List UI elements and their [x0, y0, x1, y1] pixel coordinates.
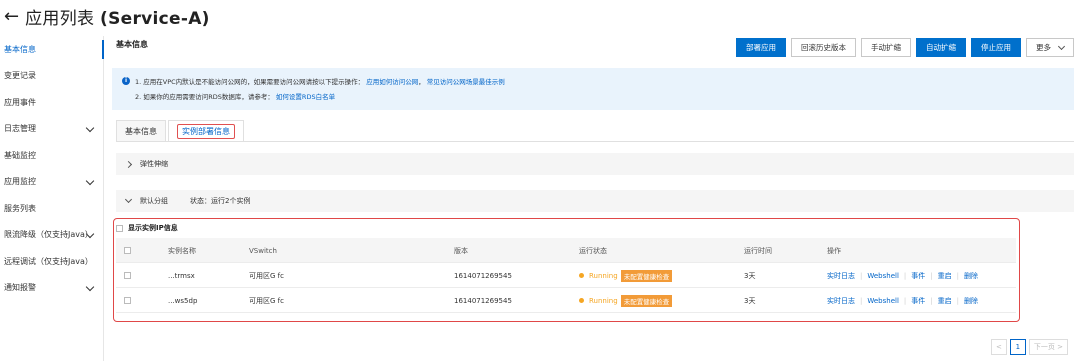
sidebar-item-app-monitoring[interactable]: 应用监控 — [0, 169, 103, 196]
realtime-log-link[interactable]: 实时日志 — [827, 296, 855, 306]
auto-scale-button[interactable]: 自动扩缩 — [916, 38, 966, 57]
row-actions: 实时日志 | Webshell | 事件 | 重启 | 删除 — [827, 271, 978, 281]
status-dot-icon — [579, 298, 584, 303]
col-vswitch: VSwitch — [249, 246, 277, 255]
page-header: ← 应用列表 (Service-A) — [4, 4, 210, 29]
row-actions: 实时日志 | Webshell | 事件 | 重启 | 删除 — [827, 296, 978, 306]
col-name: 实例名称 — [168, 246, 196, 255]
health-check-badge: 未配置健康检查 — [620, 294, 673, 307]
info-icon: i — [122, 76, 130, 85]
instance-version: 1614071269545 — [454, 296, 512, 305]
sidebar-item-rate-limit[interactable]: 限流降级（仅支持Java） — [0, 222, 103, 249]
sidebar-item-service-list[interactable]: 服务列表 — [0, 195, 103, 222]
chevron-down-icon — [1057, 42, 1066, 50]
instance-uptime: 3天 — [744, 296, 756, 305]
sidebar-item-alerts[interactable]: 通知报警 — [0, 275, 103, 302]
events-link[interactable]: 事件 — [911, 271, 925, 281]
sidebar-item-app-events[interactable]: 应用事件 — [0, 89, 103, 116]
table-header: 实例名称 VSwitch 版本 运行状态 运行时间 操作 — [116, 238, 1016, 263]
select-all-checkbox[interactable] — [124, 247, 131, 254]
sidebar: 基本信息 变更记录 应用事件 日志管理 基础监控 应用监控 服务列表 限流降级（… — [0, 36, 104, 361]
section-title: 基本信息 — [116, 40, 148, 49]
row-checkbox[interactable] — [124, 297, 131, 304]
col-uptime: 运行时间 — [744, 246, 772, 255]
elastic-scaling-panel[interactable]: 弹性伸缩 — [116, 153, 1074, 175]
manual-scale-button[interactable]: 手动扩缩 — [861, 38, 911, 57]
health-check-badge: 未配置健康检查 — [620, 269, 673, 282]
link-public-access[interactable]: 应用如何访问公网 — [366, 76, 418, 86]
prev-page-button[interactable]: < — [990, 339, 1007, 355]
chevron-down-icon — [85, 176, 95, 185]
webshell-link[interactable]: Webshell — [867, 297, 899, 305]
tab-instance-deploy[interactable]: 实例部署信息 — [168, 120, 244, 141]
tab-basic-info[interactable]: 基本信息 — [116, 120, 166, 141]
col-version: 版本 — [454, 246, 468, 255]
sidebar-item-log-management[interactable]: 日志管理 — [0, 116, 103, 143]
instance-state: Running 未配置健康检查 — [579, 288, 673, 313]
events-link[interactable]: 事件 — [911, 296, 925, 306]
toolbar: 部署应用 回滚历史版本 手动扩缩 自动扩缩 停止应用 更多 — [736, 38, 1074, 57]
show-ip-checkbox[interactable] — [116, 224, 123, 232]
restart-link[interactable]: 重启 — [938, 271, 952, 281]
instance-name: ...trmsx — [168, 271, 195, 280]
more-dropdown[interactable]: 更多 — [1026, 38, 1074, 57]
instance-table: 实例名称 VSwitch 版本 运行状态 运行时间 操作 ...trmsx 可用… — [116, 238, 1016, 313]
sidebar-item-remote-debug[interactable]: 远程调试（仅支持Java） — [0, 248, 103, 275]
delete-link[interactable]: 删除 — [964, 271, 978, 281]
instance-vswitch: 可用区G fc — [249, 271, 284, 280]
row-checkbox[interactable] — [124, 272, 131, 279]
deploy-button[interactable]: 部署应用 — [736, 38, 786, 57]
instance-vswitch: 可用区G fc — [249, 296, 284, 305]
restart-link[interactable]: 重启 — [938, 296, 952, 306]
sidebar-item-basic-info[interactable]: 基本信息 — [0, 36, 104, 63]
chevron-down-icon — [85, 282, 95, 291]
instance-state: Running 未配置健康检查 — [579, 263, 673, 288]
sidebar-item-change-log[interactable]: 变更记录 — [0, 63, 103, 90]
link-rds-whitelist[interactable]: 如何设置RDS白名单 — [276, 91, 335, 101]
instance-uptime: 3天 — [744, 271, 756, 280]
tab-bar: 基本信息 实例部署信息 — [116, 120, 1074, 142]
stop-button[interactable]: 停止应用 — [971, 38, 1021, 57]
arrow-left-icon[interactable]: ← — [4, 6, 19, 27]
rollback-button[interactable]: 回滚历史版本 — [791, 38, 856, 57]
pagination: < 1 下一页 > — [990, 339, 1068, 355]
table-row: ...trmsx 可用区G fc 1614071269545 Running 未… — [116, 263, 1016, 288]
page-1-button[interactable]: 1 — [1009, 339, 1026, 355]
instance-name: ...ws5dp — [168, 296, 198, 305]
realtime-log-link[interactable]: 实时日志 — [827, 271, 855, 281]
default-group-panel[interactable]: 默认分组 状态：运行2个实例 — [116, 190, 1074, 212]
table-row: ...ws5dp 可用区G fc 1614071269545 Running 未… — [116, 288, 1016, 313]
page-title: 应用列表 (Service-A) — [25, 8, 210, 29]
show-ip-toggle[interactable]: 显示实例IP信息 — [116, 222, 178, 234]
main-content: 基本信息 部署应用 回滚历史版本 手动扩缩 自动扩缩 停止应用 更多 i 1. … — [112, 36, 1074, 361]
sidebar-item-basic-monitoring[interactable]: 基础监控 — [0, 142, 103, 169]
col-ops: 操作 — [827, 246, 841, 255]
chevron-down-icon — [85, 123, 95, 132]
chevron-down-icon — [124, 195, 133, 204]
info-notice: i 1. 应用在VPC内默认是不能访问公网的，如果需要访问公网请按以下提示操作：… — [112, 68, 1074, 110]
next-page-button[interactable]: 下一页 > — [1028, 339, 1068, 355]
webshell-link[interactable]: Webshell — [867, 272, 899, 280]
delete-link[interactable]: 删除 — [964, 296, 978, 306]
col-state: 运行状态 — [579, 246, 607, 255]
instance-version: 1614071269545 — [454, 271, 512, 280]
status-dot-icon — [579, 273, 584, 278]
link-best-practice[interactable]: 常见访问公网场景最佳示例 — [427, 76, 505, 86]
chevron-right-icon — [124, 160, 133, 168]
